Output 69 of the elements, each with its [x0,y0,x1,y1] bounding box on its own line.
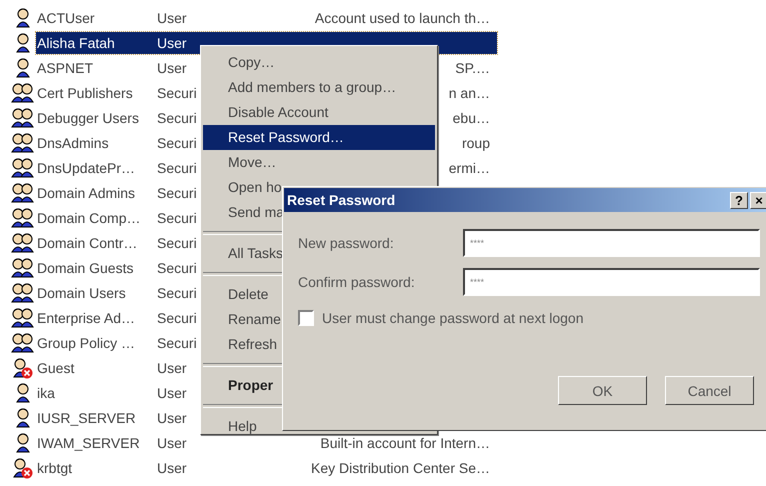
account-type: Securi [157,310,197,326]
account-type: User [157,60,187,76]
menu-item[interactable]: Add members to a group… [203,75,435,100]
checkbox-label: User must change password at next logon [322,310,584,326]
account-name: Domain Comp… [36,210,140,226]
group-icon [10,82,34,104]
ok-button[interactable]: OK [558,376,647,405]
dialog-title: Reset Password [287,192,396,208]
account-type: Securi [157,284,197,300]
account-name: Guest [36,360,74,376]
group-icon [10,206,34,228]
account-name: Domain Contr… [36,234,138,250]
account-name: DnsAdmins [36,134,109,150]
cancel-button[interactable]: Cancel [665,376,754,405]
account-description: Key Distribution Center Se… [311,460,490,476]
group-icon [10,332,34,354]
menu-item[interactable]: Reset Password… [203,125,435,150]
account-name: Domain Users [36,284,126,300]
group-icon [10,182,34,204]
list-row[interactable]: ACTUser User Account used to launch th… [36,6,497,28]
account-name: ika [36,384,55,400]
account-type: User [157,34,187,50]
account-name: Enterprise Ad… [36,310,136,326]
group-icon [10,232,34,254]
account-type: Securi [157,234,197,250]
account-name: Group Policy … [36,334,136,350]
account-name: DnsUpdatePr… [36,160,136,176]
account-type: Securi [157,334,197,350]
field-label: New password: [298,235,395,251]
account-name: Alisha Fatah [36,34,115,50]
group-icon [10,132,34,154]
account-type: User [157,434,187,450]
group-icon [10,256,34,278]
checkbox[interactable] [298,310,314,326]
group-icon [10,156,34,178]
account-type: User [157,460,187,476]
account-type: Securi [157,160,197,176]
group-icon [10,282,34,304]
account-type: Securi [157,110,197,126]
close-button[interactable]: × [750,192,766,208]
account-description: Built-in account for Intern… [320,434,490,450]
account-name: krbtgt [36,460,72,476]
account-type: Securi [157,260,197,276]
help-button[interactable]: ? [730,192,748,208]
account-type: User [157,360,187,376]
account-name: Debugger Users [36,110,139,126]
account-type: User [157,10,187,26]
account-type: Securi [157,84,197,100]
menu-item[interactable]: Disable Account [203,100,435,125]
account-type: Securi [157,134,197,150]
account-name: ACTUser [36,10,95,26]
account-name: Domain Guests [36,260,134,276]
account-type: User [157,384,187,400]
account-name: ASPNET [36,60,94,76]
account-name: Domain Admins [36,184,136,200]
account-description: Account used to launch th… [314,10,490,26]
group-icon [10,306,34,328]
account-name: IWAM_SERVER [36,434,140,450]
password-field[interactable]: **** [463,268,760,296]
list-row[interactable]: krbtgt User Key Distribution Center Se… [36,456,497,478]
account-type: User [157,410,187,426]
field-label: Confirm password: [298,274,416,290]
account-type: Securi [157,184,197,200]
menu-item[interactable]: Move… [203,150,435,175]
password-field[interactable]: **** [463,229,760,257]
group-icon [10,106,34,128]
account-type: Securi [157,210,197,226]
account-name: IUSR_SERVER [36,410,136,426]
account-name: Cert Publishers [36,84,133,100]
